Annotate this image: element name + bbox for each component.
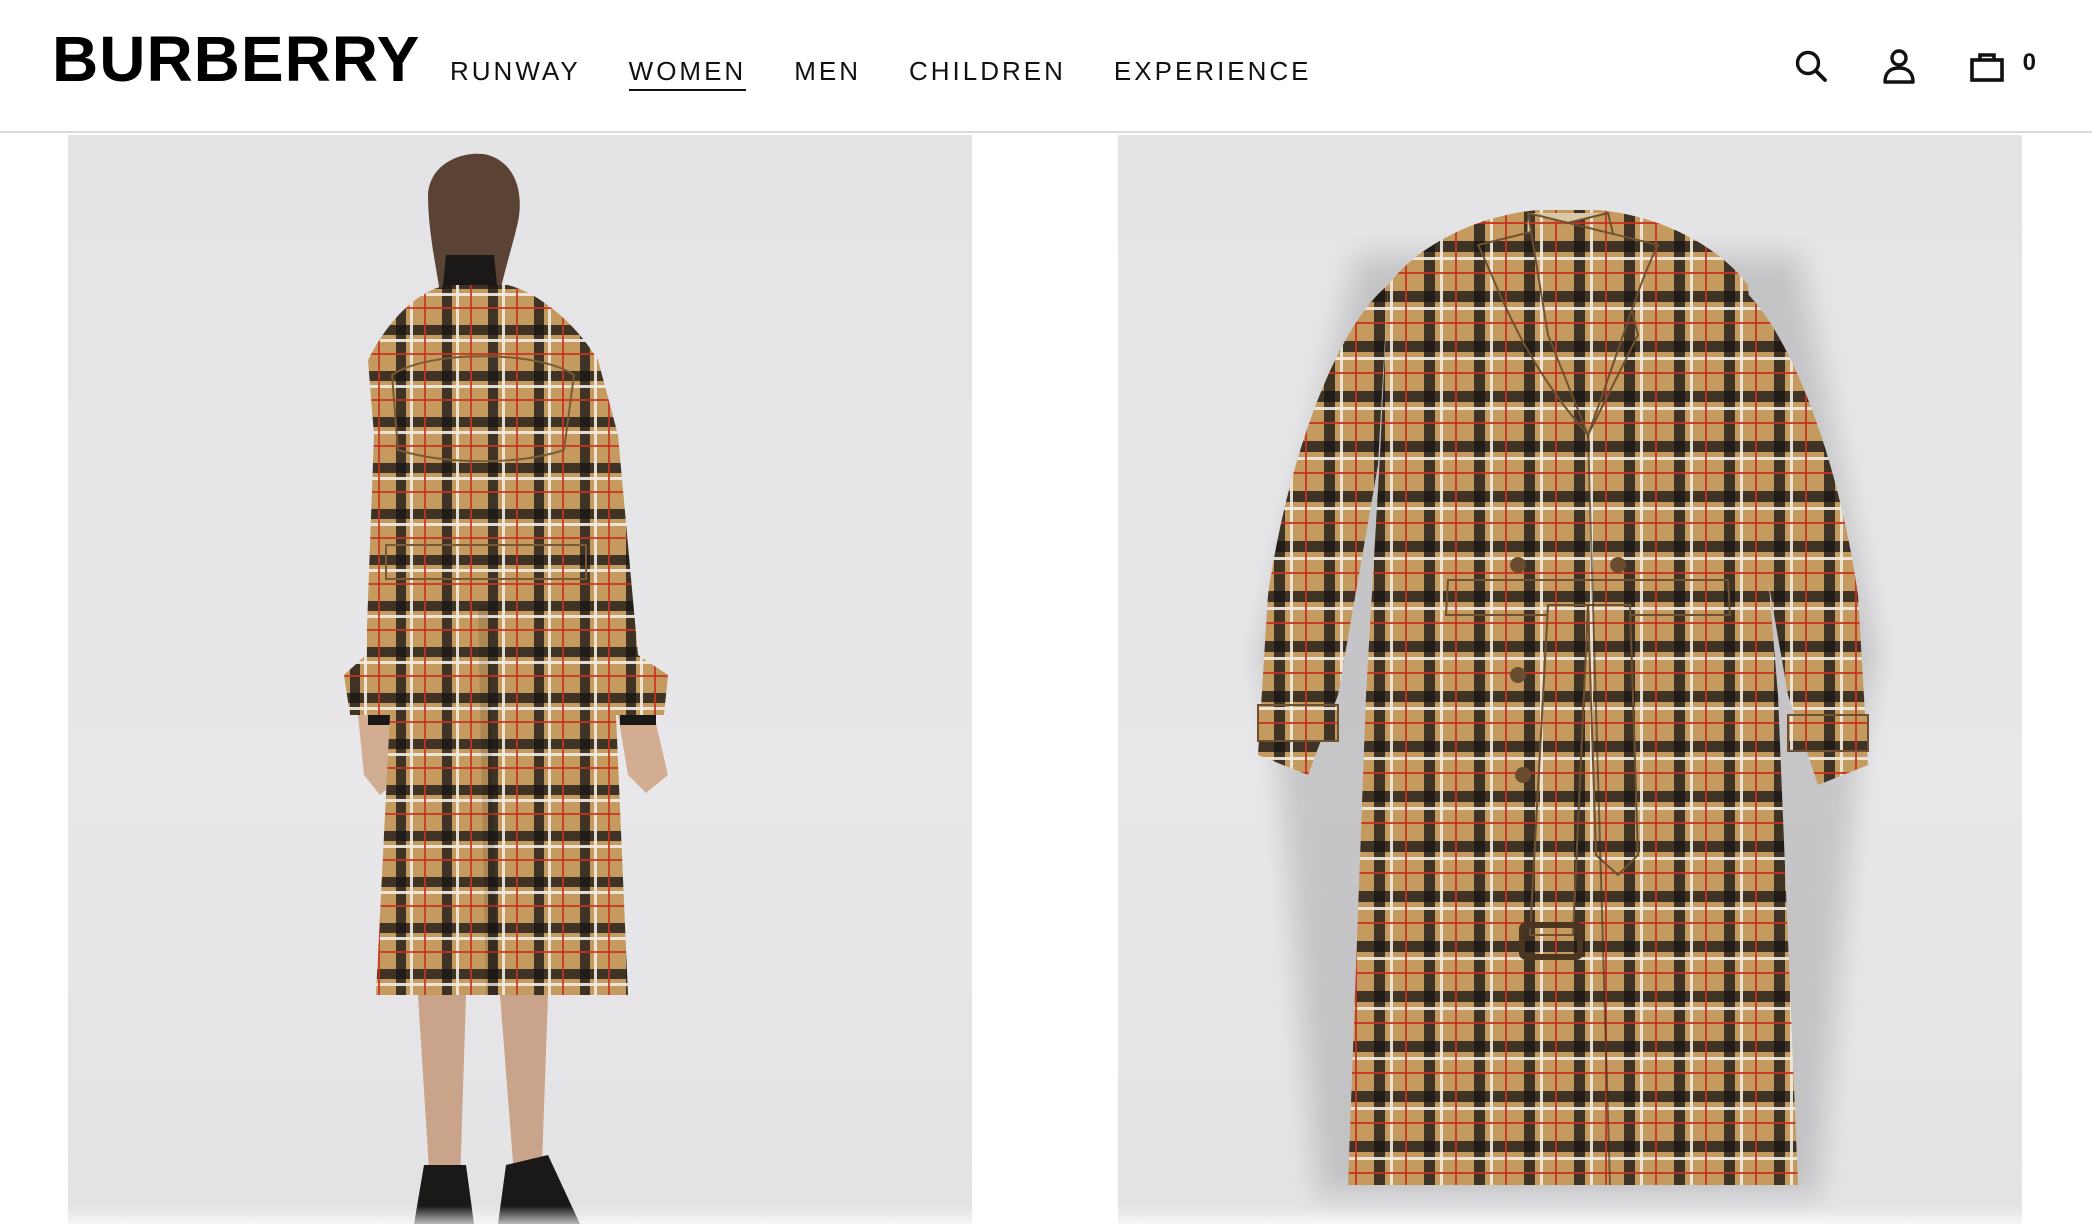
- search-icon: [1795, 50, 1827, 82]
- brand-logo[interactable]: BURBERRY: [52, 27, 420, 91]
- bag-count: 0: [2022, 49, 2036, 76]
- account-button[interactable]: [1877, 44, 1921, 88]
- nav-item-men[interactable]: MEN: [794, 56, 861, 91]
- image-bottom-fade: [68, 1206, 972, 1224]
- product-photo-front: [1257, 210, 1878, 1195]
- account-icon: [1882, 49, 1915, 84]
- search-button[interactable]: [1789, 44, 1833, 88]
- bag-button[interactable]: [1965, 44, 2009, 88]
- product-image-front[interactable]: [1118, 135, 2022, 1224]
- product-photo-back: [344, 153, 668, 1224]
- nav-item-children[interactable]: CHILDREN: [909, 56, 1066, 91]
- product-image-back[interactable]: [68, 135, 972, 1224]
- nav-item-experience[interactable]: EXPERIENCE: [1114, 56, 1312, 91]
- nav-item-runway[interactable]: RUNWAY: [450, 56, 581, 91]
- site-header: BURBERRY RUNWAY WOMEN MEN CHILDREN EXPER…: [0, 0, 2092, 133]
- header-actions: 0: [1745, 44, 2036, 88]
- nav-item-women[interactable]: WOMEN: [628, 56, 747, 91]
- image-bottom-fade: [1118, 1206, 2022, 1224]
- main-nav: RUNWAY WOMEN MEN CHILDREN EXPERIENCE: [450, 56, 1360, 91]
- product-gallery: [0, 135, 2092, 1224]
- shopping-bag-icon: [1969, 53, 2004, 82]
